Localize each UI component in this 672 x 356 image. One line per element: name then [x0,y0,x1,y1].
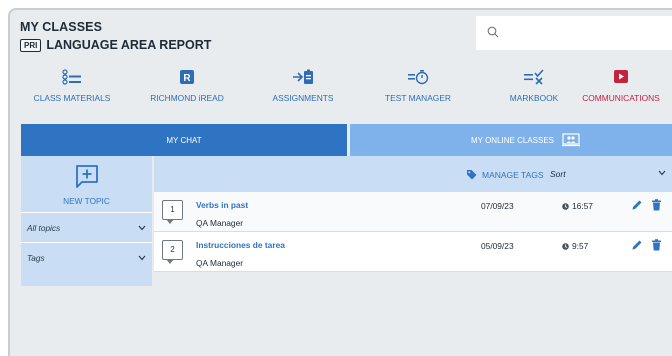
manage-tags-button[interactable]: MANAGE TAGS [466,169,544,180]
add-chat-icon [75,165,98,188]
tab-label: MY ONLINE CLASSES [471,135,554,145]
topic-time: 9:57 [562,241,588,251]
pencil-icon[interactable] [631,199,643,211]
nav-richmond-iread[interactable]: R RICHMOND iREAD [127,66,247,103]
time-value: 16:57 [572,201,593,211]
app-window: MY CLASSES PRI LANGUAGE AREA REPORT CLAS… [8,8,672,356]
chevron-down-icon[interactable] [658,170,666,176]
nav-communications[interactable]: COMMUNICATIONS [561,66,672,103]
topic-filter-select[interactable]: All topics [21,212,152,242]
screen-share-icon [562,133,580,147]
topic-number-badge: 2 [162,240,183,264]
nav-label: TEST MANAGER [385,93,451,103]
play-icon [561,66,672,88]
list-icon [12,66,132,88]
clock-icon [562,202,569,210]
nav-assignments[interactable]: ASSIGNMENTS [243,66,363,103]
nav-label: COMMUNICATIONS [582,93,660,103]
trash-icon[interactable] [651,199,662,211]
trash-icon[interactable] [651,239,662,251]
tag-icon [467,170,477,180]
topic-title-link[interactable]: Verbs in past [196,200,248,210]
nav-class-materials[interactable]: CLASS MATERIALS [12,66,132,103]
timer-icon [358,66,478,88]
topic-time: 16:57 [562,201,593,211]
chevron-down-icon [138,255,146,260]
class-subtitle[interactable]: PRI LANGUAGE AREA REPORT [20,38,211,52]
new-topic-label: NEW TOPIC [63,196,110,206]
clock-icon [562,242,569,250]
nav-test-manager[interactable]: TEST MANAGER [358,66,478,103]
tab-label: MY CHAT [166,135,202,145]
assignment-icon [243,66,363,88]
nav-label: ASSIGNMENTS [272,93,334,103]
topics-panel: MANAGE TAGS Sort 1 Verbs in past QA Mana… [154,156,672,286]
topic-author: QA Manager [196,258,244,268]
filter-label: Tags [27,252,45,263]
chat-sidebar: NEW TOPIC All topics Tags [21,156,152,286]
topic-date: 05/09/23 [481,241,514,251]
manage-tags-label: MANAGE TAGS [482,169,544,180]
pencil-icon[interactable] [631,239,643,251]
search-input[interactable] [476,16,672,50]
tags-filter-select[interactable]: Tags [21,242,152,272]
search-icon [487,26,499,38]
topic-title-link[interactable]: Instrucciones de tarea [196,240,285,250]
class-name: LANGUAGE AREA REPORT [46,38,212,52]
new-topic-button[interactable]: NEW TOPIC [21,156,152,212]
tab-my-online-classes[interactable]: MY ONLINE CLASSES [350,124,672,156]
topic-date: 07/09/23 [481,201,514,211]
nav-label: CLASS MATERIALS [33,93,111,103]
page-title: MY CLASSES [20,20,103,34]
svg-text:R: R [183,73,191,84]
topic-number-badge: 1 [162,200,183,224]
topic-row[interactable]: 2 Instrucciones de tarea QA Manager 05/0… [154,232,672,272]
richmond-r-icon: R [127,66,247,88]
topic-row[interactable]: 1 Verbs in past QA Manager 07/09/23 16:5… [154,192,672,232]
section-tabs: MY CHAT MY ONLINE CLASSES [21,124,672,156]
filter-label: All topics [27,222,61,233]
topic-author: QA Manager [196,218,244,228]
topics-toolbar: MANAGE TAGS Sort [154,156,672,192]
nav-label: RICHMOND iREAD [150,93,224,103]
sort-select[interactable]: Sort [550,169,566,179]
main-nav: CLASS MATERIALS R RICHMOND iREAD ASSIGNM… [10,66,672,116]
level-badge: PRI [20,38,42,52]
topic-list: 1 Verbs in past QA Manager 07/09/23 16:5… [154,192,672,272]
time-value: 9:57 [572,241,589,251]
tab-my-chat[interactable]: MY CHAT [21,124,347,156]
chevron-down-icon [138,225,146,230]
